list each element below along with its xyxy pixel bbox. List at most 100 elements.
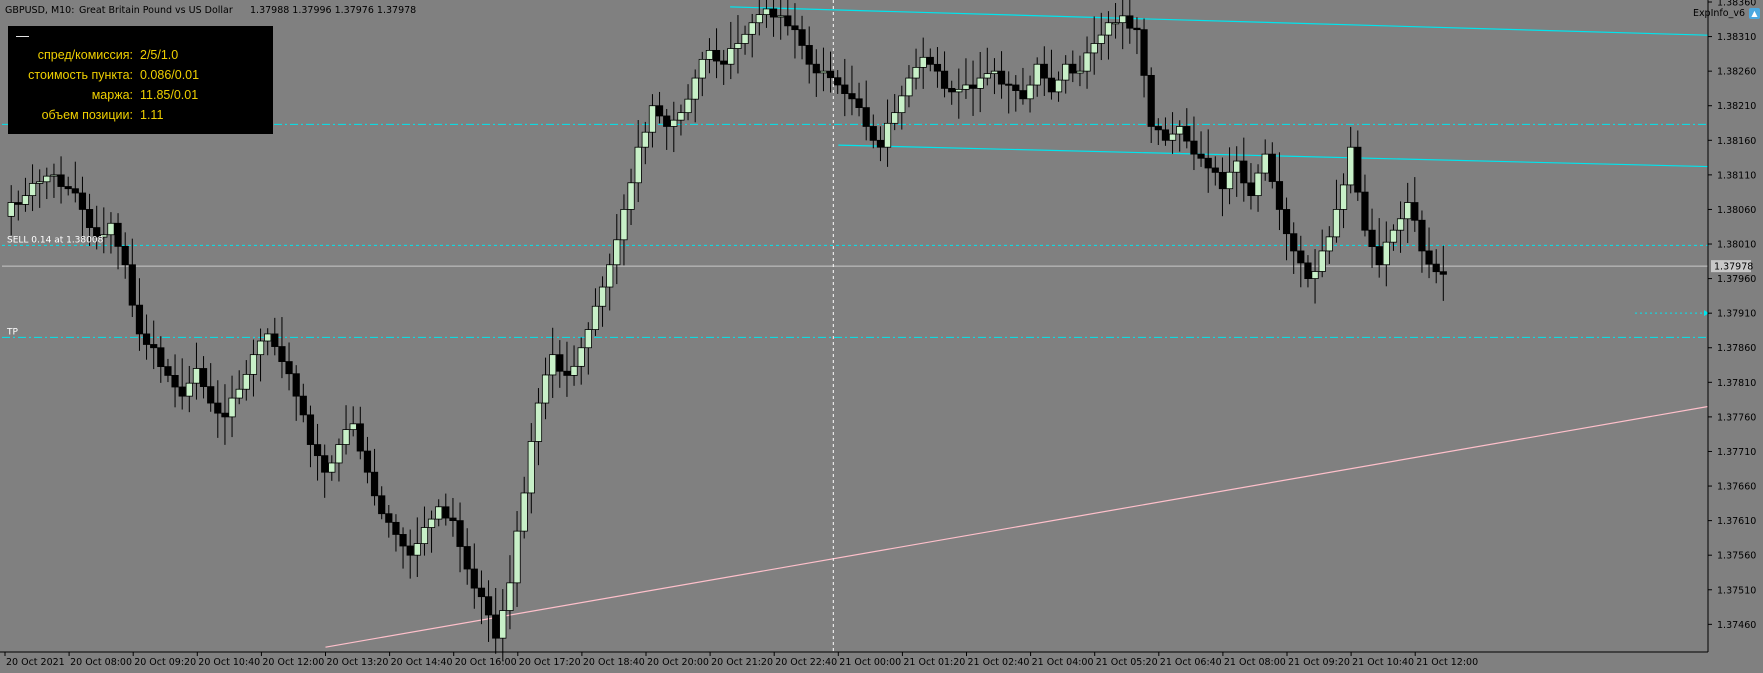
bull-candle — [249, 354, 258, 375]
bear-candle — [378, 495, 386, 515]
bear-candle — [1019, 90, 1027, 100]
bear-candle — [470, 568, 478, 589]
price-tick-label: 1.37660 — [1717, 482, 1756, 493]
bull-candle — [919, 56, 927, 68]
bull-candle — [413, 543, 421, 556]
bear-candle — [1354, 146, 1362, 193]
time-tick-label: 21 Oct 00:00 — [839, 657, 901, 668]
bear-candle — [1290, 233, 1298, 252]
info-key: объем позиции: — [41, 108, 133, 122]
bear-candle — [556, 354, 564, 372]
price-tick-label: 1.38110 — [1717, 170, 1756, 181]
bull-candle — [962, 84, 970, 90]
bear-candle — [969, 84, 977, 89]
bear-candle — [370, 471, 379, 497]
bear-candle — [841, 84, 849, 94]
bear-candle — [1154, 126, 1162, 131]
bull-candle — [513, 530, 521, 584]
bear-candle — [1133, 27, 1141, 31]
price-tick-label: 1.37760 — [1717, 412, 1756, 423]
bear-candle — [791, 25, 799, 31]
bull-candle — [620, 209, 628, 241]
bull-candle — [1119, 15, 1127, 24]
info-key: стоимость пункта: — [28, 68, 133, 82]
bear-candle — [285, 361, 293, 375]
bear-candle — [1140, 29, 1148, 76]
bull-candle — [976, 77, 984, 89]
bear-candle — [64, 186, 72, 190]
time-tick-label: 20 Oct 14:40 — [391, 657, 453, 668]
bear-candle — [1297, 250, 1305, 264]
bear-candle — [164, 366, 172, 376]
price-tick-label: 1.37910 — [1717, 309, 1756, 320]
info-row: объем позиции: 1.11 — [8, 108, 273, 126]
bear-candle — [1047, 77, 1056, 93]
bull-candle — [328, 462, 336, 473]
price-tick-label: 1.38260 — [1717, 67, 1756, 78]
bear-candle — [157, 347, 165, 368]
time-tick-label: 20 Oct 10:40 — [198, 657, 260, 668]
bear-candle — [71, 188, 79, 194]
bear-candle — [1425, 250, 1433, 265]
indicator-label[interactable]: ExpInfo_v6 ▲ — [1690, 6, 1763, 20]
bull-candle — [342, 429, 350, 445]
bear-candle — [1411, 202, 1419, 221]
info-value: 2/5/1.0 — [140, 48, 179, 62]
bear-candle — [926, 56, 934, 65]
info-key: маржа: — [91, 88, 133, 102]
bull-candle — [1332, 209, 1341, 238]
panel-collapse-dash[interactable]: — — [16, 28, 29, 43]
bear-candle — [876, 139, 885, 148]
bear-candle — [114, 222, 122, 247]
time-tick-label: 20 Oct 18:40 — [583, 657, 645, 668]
time-tick-label: 21 Oct 02:40 — [968, 657, 1030, 668]
bear-candle — [78, 192, 87, 210]
bull-candle — [235, 388, 243, 399]
bear-candle — [1275, 181, 1284, 210]
bear-candle — [321, 455, 329, 473]
bull-candle — [1111, 22, 1120, 25]
bull-candle — [734, 43, 742, 49]
time-tick-label: 21 Oct 09:20 — [1288, 657, 1350, 668]
bull-candle — [1347, 146, 1355, 186]
bull-candle — [21, 195, 30, 205]
current-price-label: 1.37978 — [1714, 262, 1753, 273]
bear-candle — [449, 517, 457, 522]
bull-candle — [584, 329, 592, 349]
bull-candle — [1062, 63, 1070, 81]
bear-candle — [855, 98, 863, 109]
bear-candle — [171, 375, 179, 388]
bull-candle — [777, 15, 785, 18]
bear-candle — [1005, 83, 1013, 86]
bull-candle — [1325, 236, 1333, 252]
bull-candle — [7, 202, 15, 217]
bull-candle — [1083, 52, 1091, 72]
bull-candle — [1090, 43, 1098, 54]
bear-candle — [121, 245, 129, 266]
bear-candle — [1211, 167, 1219, 173]
info-value: 1.11 — [140, 108, 164, 122]
info-panel: — спред/комиссия: 2/5/1.0 стоимость пунк… — [8, 26, 273, 134]
bull-candle — [1097, 34, 1105, 44]
bull-candle — [684, 98, 692, 114]
bull-candle — [1261, 153, 1269, 174]
time-tick-label: 20 Oct 08:00 — [70, 657, 132, 668]
time-tick-label: 20 Oct 20:00 — [647, 657, 709, 668]
bull-candle — [613, 239, 621, 266]
bear-candle — [1361, 191, 1369, 231]
price-tick-label: 1.37810 — [1717, 378, 1756, 389]
bull-candle — [1026, 84, 1034, 100]
indicator-name: ExpInfo_v6 — [1692, 7, 1745, 19]
time-tick-label: 20 Oct 16:00 — [455, 657, 517, 668]
bear-candle — [442, 506, 450, 519]
bull-candle — [192, 368, 201, 384]
bull-candle — [1396, 218, 1405, 231]
price-tick-label: 1.38060 — [1717, 205, 1756, 216]
time-tick-label: 21 Oct 12:00 — [1416, 657, 1478, 668]
info-row: маржа: 11.85/0.01 — [8, 88, 273, 106]
bull-candle — [349, 423, 357, 431]
bear-candle — [1268, 153, 1276, 182]
bear-candle — [720, 60, 728, 65]
bull-candle — [898, 95, 906, 114]
time-tick-label: 20 Oct 17:20 — [519, 657, 581, 668]
